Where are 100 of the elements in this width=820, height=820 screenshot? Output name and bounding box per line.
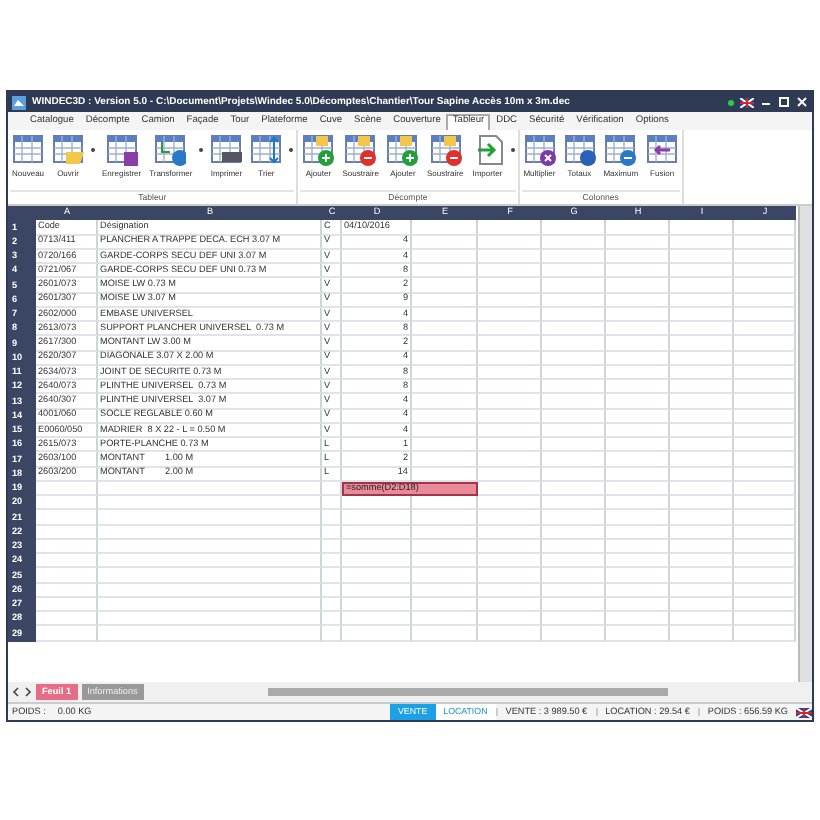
empty-cell[interactable] — [412, 438, 478, 453]
empty-cell[interactable] — [670, 481, 734, 496]
empty-cell[interactable] — [412, 568, 478, 583]
empty-cell[interactable] — [542, 626, 606, 641]
empty-cell[interactable] — [606, 423, 670, 438]
empty-cell[interactable] — [670, 452, 734, 467]
empty-cell[interactable] — [542, 249, 606, 264]
empty-cell[interactable] — [412, 264, 478, 279]
empty-cell[interactable] — [734, 307, 796, 322]
empty-cell[interactable] — [542, 394, 606, 409]
empty-cell[interactable] — [542, 467, 606, 482]
empty-cell[interactable] — [478, 568, 542, 583]
flag-icon[interactable] — [740, 97, 754, 107]
empty-cell[interactable] — [606, 597, 670, 612]
empty-cell[interactable] — [478, 336, 542, 351]
empty-cell[interactable] — [542, 336, 606, 351]
empty-cell[interactable] — [478, 612, 542, 627]
empty-cell[interactable] — [670, 423, 734, 438]
empty-cell[interactable] — [342, 525, 412, 540]
empty-cell[interactable] — [734, 409, 796, 424]
empty-cell[interactable] — [98, 496, 322, 511]
empty-cell[interactable] — [98, 612, 322, 627]
empty-cell[interactable] — [542, 365, 606, 380]
empty-cell[interactable] — [606, 409, 670, 424]
empty-cell[interactable] — [322, 539, 342, 554]
empty-cell[interactable] — [606, 525, 670, 540]
empty-cell[interactable] — [542, 496, 606, 511]
previous-icon[interactable] — [12, 686, 20, 698]
empty-cell[interactable] — [412, 351, 478, 366]
empty-cell[interactable] — [542, 322, 606, 337]
empty-cell[interactable] — [606, 293, 670, 308]
empty-cell[interactable] — [542, 481, 606, 496]
empty-cell[interactable] — [670, 249, 734, 264]
empty-cell[interactable] — [734, 235, 796, 250]
empty-cell[interactable] — [542, 510, 606, 525]
empty-cell[interactable] — [606, 322, 670, 337]
empty-cell[interactable] — [670, 438, 734, 453]
empty-cell[interactable] — [606, 467, 670, 482]
empty-cell[interactable] — [542, 539, 606, 554]
empty-cell[interactable] — [734, 539, 796, 554]
empty-cell[interactable] — [542, 597, 606, 612]
empty-cell[interactable] — [606, 365, 670, 380]
empty-cell[interactable] — [322, 496, 342, 511]
empty-cell[interactable] — [670, 467, 734, 482]
empty-cell[interactable] — [412, 322, 478, 337]
empty-cell[interactable] — [98, 510, 322, 525]
empty-cell[interactable] — [478, 525, 542, 540]
empty-cell[interactable] — [412, 220, 478, 235]
empty-cell[interactable] — [412, 423, 478, 438]
empty-cell[interactable] — [412, 336, 478, 351]
empty-cell[interactable] — [670, 336, 734, 351]
empty-cell[interactable] — [542, 293, 606, 308]
empty-cell[interactable] — [606, 510, 670, 525]
empty-cell[interactable] — [412, 409, 478, 424]
empty-cell[interactable] — [322, 626, 342, 641]
empty-cell[interactable] — [478, 365, 542, 380]
empty-cell[interactable] — [412, 249, 478, 264]
empty-cell[interactable] — [478, 380, 542, 395]
empty-cell[interactable] — [542, 554, 606, 569]
empty-cell[interactable] — [670, 394, 734, 409]
empty-cell[interactable] — [412, 394, 478, 409]
empty-cell[interactable] — [478, 293, 542, 308]
empty-cell[interactable] — [734, 394, 796, 409]
empty-cell[interactable] — [98, 597, 322, 612]
empty-cell[interactable] — [670, 525, 734, 540]
empty-cell[interactable] — [606, 554, 670, 569]
empty-cell[interactable] — [322, 568, 342, 583]
empty-cell[interactable] — [606, 496, 670, 511]
empty-cell[interactable] — [606, 264, 670, 279]
empty-cell[interactable] — [478, 264, 542, 279]
empty-cell[interactable] — [734, 264, 796, 279]
empty-cell[interactable] — [342, 568, 412, 583]
empty-cell[interactable] — [412, 583, 478, 598]
empty-cell[interactable] — [412, 278, 478, 293]
empty-cell[interactable] — [322, 597, 342, 612]
empty-cell[interactable] — [412, 612, 478, 627]
empty-cell[interactable] — [606, 307, 670, 322]
empty-cell[interactable] — [670, 322, 734, 337]
empty-cell[interactable] — [734, 278, 796, 293]
empty-cell[interactable] — [606, 612, 670, 627]
empty-cell[interactable] — [342, 626, 412, 641]
empty-cell[interactable] — [478, 626, 542, 641]
empty-cell[interactable] — [542, 568, 606, 583]
empty-cell[interactable] — [412, 380, 478, 395]
empty-cell[interactable] — [734, 452, 796, 467]
horizontal-scrollbar[interactable] — [267, 688, 668, 696]
empty-cell[interactable] — [478, 220, 542, 235]
empty-cell[interactable] — [670, 554, 734, 569]
empty-cell[interactable] — [734, 626, 796, 641]
empty-cell[interactable] — [412, 293, 478, 308]
empty-cell[interactable] — [412, 452, 478, 467]
empty-cell[interactable] — [322, 510, 342, 525]
empty-cell[interactable] — [98, 554, 322, 569]
empty-cell[interactable] — [606, 626, 670, 641]
empty-cell[interactable] — [670, 496, 734, 511]
empty-cell[interactable] — [734, 322, 796, 337]
empty-cell[interactable] — [98, 539, 322, 554]
empty-cell[interactable] — [606, 249, 670, 264]
empty-cell[interactable] — [734, 365, 796, 380]
empty-cell[interactable] — [670, 220, 734, 235]
